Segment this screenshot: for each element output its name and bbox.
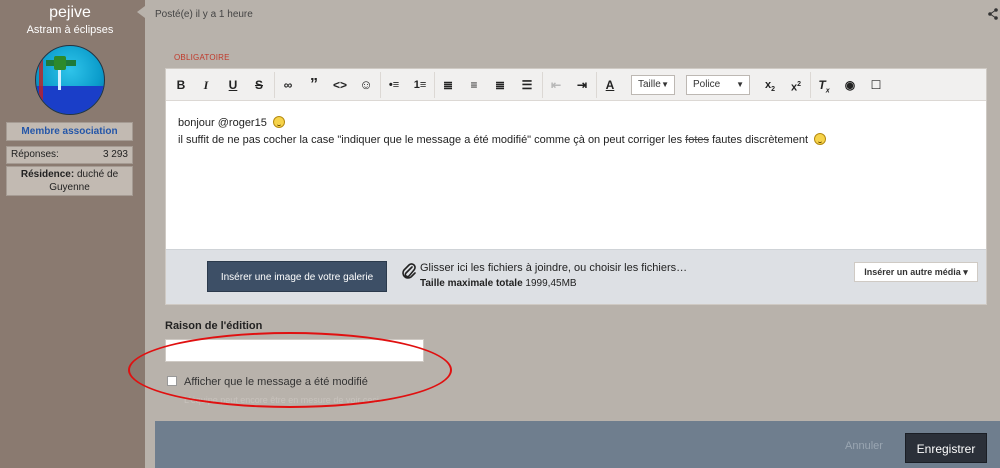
indent-icon[interactable]: ⇥	[572, 75, 592, 95]
numbered-list-icon[interactable]: 1≡	[410, 75, 430, 95]
link-icon[interactable]: ∞	[278, 75, 298, 95]
toolbar-separator	[380, 72, 381, 98]
smiley-icon	[272, 116, 285, 128]
file-drop-text[interactable]: Glisser ici les fichiers à joindre, ou c…	[420, 262, 687, 274]
show-edited-checkbox[interactable]	[167, 376, 177, 386]
content-line: il suffit de ne pas cocher la case "indi…	[178, 132, 978, 149]
show-edited-hint: L'équipe peut encore être en mesure de v…	[184, 395, 379, 405]
font-family-select[interactable]: Police ▼	[686, 75, 750, 95]
required-label: OBLIGATOIRE	[174, 53, 230, 62]
bullet-list-icon[interactable]: •≡	[384, 75, 404, 95]
align-left-icon[interactable]: ≣	[438, 75, 458, 95]
font-size-select[interactable]: Taille ▼	[631, 75, 675, 95]
post-timestamp[interactable]: Posté(e) il y a 1 heure	[155, 9, 253, 20]
attachments-area[interactable]: Insérer une image de votre galerie Gliss…	[166, 249, 986, 304]
quote-icon[interactable]: ”	[304, 75, 324, 95]
avatar-water	[36, 86, 104, 114]
edit-reason-label: Raison de l'édition	[165, 320, 263, 332]
replies-label: Réponses:	[11, 149, 59, 160]
toolbar-separator	[810, 72, 811, 98]
cancel-button[interactable]: Annuler	[845, 440, 883, 452]
paperclip-icon	[402, 263, 416, 279]
insert-gallery-image-button[interactable]: Insérer une image de votre galerie	[207, 261, 387, 292]
preview-icon[interactable]: ◉	[840, 75, 860, 95]
toolbar-separator	[274, 72, 275, 98]
outdent-icon[interactable]: ⇤	[546, 75, 566, 95]
user-title: Astram à éclipses	[26, 24, 114, 36]
form-actions: Annuler Enregistrer	[155, 421, 1000, 468]
avatar[interactable]	[35, 45, 105, 115]
subscript-icon[interactable]: x2	[760, 75, 780, 95]
strikethrough-icon[interactable]: S	[249, 75, 269, 95]
residence-stat: Résidence: duché de Guyenne	[6, 166, 133, 196]
italic-icon[interactable]: I	[196, 75, 216, 95]
replies-stat: Réponses: 3 293	[6, 146, 133, 164]
username[interactable]: pejive	[0, 4, 140, 22]
font-family-select-label: Police	[693, 79, 721, 90]
source-view-icon[interactable]: ☐	[866, 75, 886, 95]
code-icon[interactable]: <>	[330, 75, 350, 95]
emoticon-icon[interactable]: ☺	[356, 75, 376, 95]
max-size-info: Taille maximale totale 1999,45MB	[420, 278, 577, 289]
toolbar-separator	[596, 72, 597, 98]
align-right-icon[interactable]: ≣	[490, 75, 510, 95]
remove-format-icon[interactable]: Tx	[814, 75, 834, 95]
content-greeting: bonjour @roger15	[178, 117, 267, 129]
struck-text: fotes	[685, 134, 710, 146]
bold-icon[interactable]: B	[171, 75, 191, 95]
avatar-water-stream	[58, 70, 61, 90]
chevron-down-icon: ▼	[661, 80, 669, 89]
editor-content[interactable]: bonjour @roger15 il suffit de ne pas coc…	[178, 115, 978, 149]
align-justify-icon[interactable]: ☰	[517, 75, 537, 95]
superscript-icon[interactable]: x2	[786, 75, 806, 95]
residence-label: Résidence:	[20, 169, 75, 180]
edit-reason-input[interactable]	[165, 339, 424, 362]
avatar-tap	[54, 56, 66, 70]
user-panel: pejive Astram à éclipses Membre associat…	[0, 0, 145, 468]
font-size-select-label: Taille	[638, 79, 661, 90]
editor-toolbar: B I U S ∞ ” <> ☺ •≡ 1≡ ≣ ≡ ≣ ☰ ⇤ ⇥ A Tai…	[166, 69, 986, 101]
speech-arrow	[137, 6, 145, 18]
content-text: fautes discrètement	[709, 134, 809, 146]
toolbar-separator	[542, 72, 543, 98]
save-button[interactable]: Enregistrer	[905, 433, 987, 463]
toolbar-separator	[434, 72, 435, 98]
align-center-icon[interactable]: ≡	[464, 75, 484, 95]
avatar-rim	[39, 46, 43, 114]
underline-icon[interactable]: U	[223, 75, 243, 95]
rich-text-editor: B I U S ∞ ” <> ☺ •≡ 1≡ ≣ ≡ ≣ ☰ ⇤ ⇥ A Tai…	[165, 68, 987, 305]
chevron-down-icon: ▼	[736, 80, 744, 89]
content-text: il suffit de ne pas cocher la case "indi…	[178, 134, 686, 146]
max-size-label: Taille maximale totale	[420, 278, 523, 289]
content-line: bonjour @roger15	[178, 115, 978, 132]
show-edited-label[interactable]: Afficher que le message a été modifié	[184, 376, 368, 388]
laughing-smiley-icon	[814, 133, 827, 145]
max-size-value: 1999,45MB	[525, 278, 577, 289]
text-color-icon[interactable]: A	[600, 75, 620, 95]
share-icon[interactable]	[988, 8, 998, 20]
insert-media-button[interactable]: Insérer un autre média ▾	[854, 262, 978, 282]
replies-value: 3 293	[102, 149, 128, 160]
member-badge: Membre association	[6, 122, 133, 141]
